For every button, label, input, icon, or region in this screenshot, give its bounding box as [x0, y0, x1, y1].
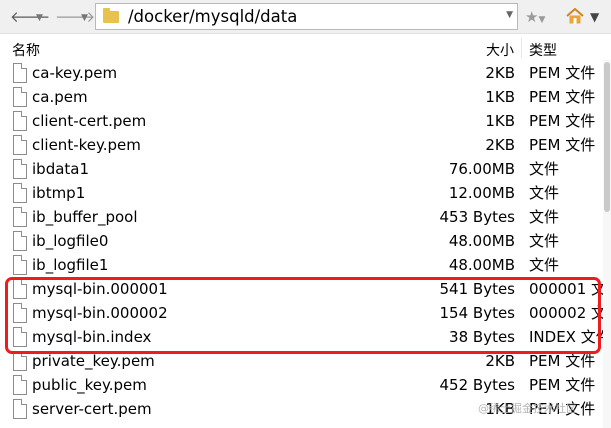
- file-row[interactable]: ca.pem 1KB PEM 文件: [0, 86, 611, 110]
- file-name: ibdata1: [32, 160, 90, 178]
- file-name: server-cert.pem: [32, 400, 152, 418]
- file-size: 38 Bytes: [449, 328, 515, 346]
- back-dropdown-icon[interactable]: ▼: [36, 7, 43, 29]
- back-arrow-icon: 🡐: [10, 8, 51, 26]
- file-type: 000001 文件: [529, 280, 611, 298]
- file-list: ca-key.pem 2KB PEM 文件 ca.pem 1KB PEM 文件 clie…: [0, 62, 611, 428]
- file-icon: [13, 375, 27, 395]
- file-row[interactable]: ib_buffer_pool 453 Bytes 文件: [0, 206, 611, 230]
- file-type: PEM 文件: [529, 136, 596, 154]
- file-row[interactable]: ib_logfile1 48.00MB 文件: [0, 254, 611, 278]
- file-type: 文件: [529, 232, 560, 250]
- file-icon: [13, 279, 27, 299]
- file-type: 文件: [529, 256, 560, 274]
- file-size: 453 Bytes: [439, 208, 516, 226]
- file-name: ca.pem: [32, 88, 88, 106]
- file-type: 000002 文件: [529, 304, 611, 322]
- star-icon: ★: [525, 8, 539, 26]
- folder-icon: [103, 8, 119, 23]
- file-size: 154 Bytes: [439, 304, 516, 322]
- address-path[interactable]: /docker/mysqld/data: [128, 7, 297, 27]
- toolbar: 🡐 ▼ 🡒 ▼ /docker/mysqld/data ▼ ★▼ ▼: [0, 0, 611, 34]
- file-type: PEM 文件: [529, 112, 596, 130]
- home-icon[interactable]: [566, 8, 584, 24]
- watermark: @稀土掘金技术社区: [478, 402, 577, 415]
- file-type: 文件: [529, 208, 560, 226]
- favorite-dropdown-icon: ▼: [538, 15, 546, 25]
- file-name: mysql-bin.000001: [32, 280, 168, 298]
- file-name: ib_logfile1: [32, 256, 109, 274]
- file-name: private_key.pem: [32, 352, 155, 370]
- file-row[interactable]: ib_logfile0 48.00MB 文件: [0, 230, 611, 254]
- file-name: ib_buffer_pool: [32, 208, 138, 226]
- file-name: client-key.pem: [32, 136, 141, 154]
- file-type: 文件: [529, 160, 560, 178]
- column-divider[interactable]: [521, 38, 522, 58]
- file-size: 76.00MB: [448, 160, 515, 178]
- file-name: ca-key.pem: [32, 64, 118, 82]
- file-row[interactable]: ibtmp1 12.00MB 文件: [0, 182, 611, 206]
- column-header: 名称 大小 类型: [0, 36, 611, 60]
- vertical-scrollbar[interactable]: [603, 60, 611, 428]
- file-row[interactable]: ibdata1 76.00MB 文件: [0, 158, 611, 182]
- file-row[interactable]: client-key.pem 2KB PEM 文件: [0, 134, 611, 158]
- file-size: 48.00MB: [448, 256, 515, 274]
- file-name: public_key.pem: [32, 376, 147, 394]
- file-size: 2KB: [485, 64, 515, 82]
- file-row[interactable]: mysql-bin.000002 154 Bytes 000002 文件: [0, 302, 611, 326]
- file-size: 12.00MB: [448, 184, 515, 202]
- address-bar[interactable]: /docker/mysqld/data ▼: [95, 3, 518, 30]
- file-type: 文件: [529, 184, 560, 202]
- file-icon: [13, 135, 27, 155]
- file-row[interactable]: public_key.pem 452 Bytes PEM 文件: [0, 374, 611, 398]
- file-icon: [13, 111, 27, 131]
- file-icon: [13, 183, 27, 203]
- scrollbar-thumb[interactable]: [604, 62, 610, 212]
- file-size: 1KB: [485, 112, 515, 130]
- file-row[interactable]: mysql-bin.000001 541 Bytes 000001 文件: [0, 278, 611, 302]
- back-button[interactable]: 🡐 ▼: [10, 6, 50, 28]
- file-row[interactable]: mysql-bin.index 38 Bytes INDEX 文件: [0, 326, 611, 350]
- file-type: PEM 文件: [529, 352, 596, 370]
- file-size: 2KB: [485, 352, 515, 370]
- file-name: ibtmp1: [32, 184, 86, 202]
- forward-arrow-icon: 🡒: [55, 8, 96, 26]
- file-type: PEM 文件: [529, 64, 596, 82]
- file-icon: [13, 303, 27, 323]
- file-icon: [13, 327, 27, 347]
- file-size: 1KB: [485, 88, 515, 106]
- file-type: PEM 文件: [529, 88, 596, 106]
- file-size: 452 Bytes: [439, 376, 516, 394]
- file-row[interactable]: ca-key.pem 2KB PEM 文件: [0, 62, 611, 86]
- forward-button[interactable]: 🡒 ▼: [55, 6, 95, 28]
- forward-dropdown-icon[interactable]: ▼: [81, 7, 88, 29]
- file-name: ib_logfile0: [32, 232, 109, 250]
- file-size: 541 Bytes: [439, 280, 516, 298]
- file-type: INDEX 文件: [529, 328, 611, 346]
- file-type: PEM 文件: [529, 376, 596, 394]
- home-dropdown-icon[interactable]: ▼: [590, 6, 599, 28]
- file-icon: [13, 255, 27, 275]
- file-name: mysql-bin.index: [32, 328, 152, 346]
- file-row[interactable]: private_key.pem 2KB PEM 文件: [0, 350, 611, 374]
- file-icon: [13, 231, 27, 251]
- favorite-button[interactable]: ★▼: [525, 6, 545, 28]
- file-icon: [13, 207, 27, 227]
- file-icon: [13, 351, 27, 371]
- file-size: 48.00MB: [448, 232, 515, 250]
- file-icon: [13, 87, 27, 107]
- file-icon: [13, 159, 27, 179]
- column-name[interactable]: 名称: [12, 40, 40, 60]
- file-icon: [13, 399, 27, 419]
- file-size: 2KB: [485, 136, 515, 154]
- column-size[interactable]: 大小: [486, 40, 514, 60]
- file-row[interactable]: client-cert.pem 1KB PEM 文件: [0, 110, 611, 134]
- address-dropdown-icon[interactable]: ▼: [506, 10, 513, 20]
- column-type[interactable]: 类型: [529, 40, 557, 60]
- file-icon: [13, 63, 27, 83]
- file-name: client-cert.pem: [32, 112, 147, 130]
- file-name: mysql-bin.000002: [32, 304, 168, 322]
